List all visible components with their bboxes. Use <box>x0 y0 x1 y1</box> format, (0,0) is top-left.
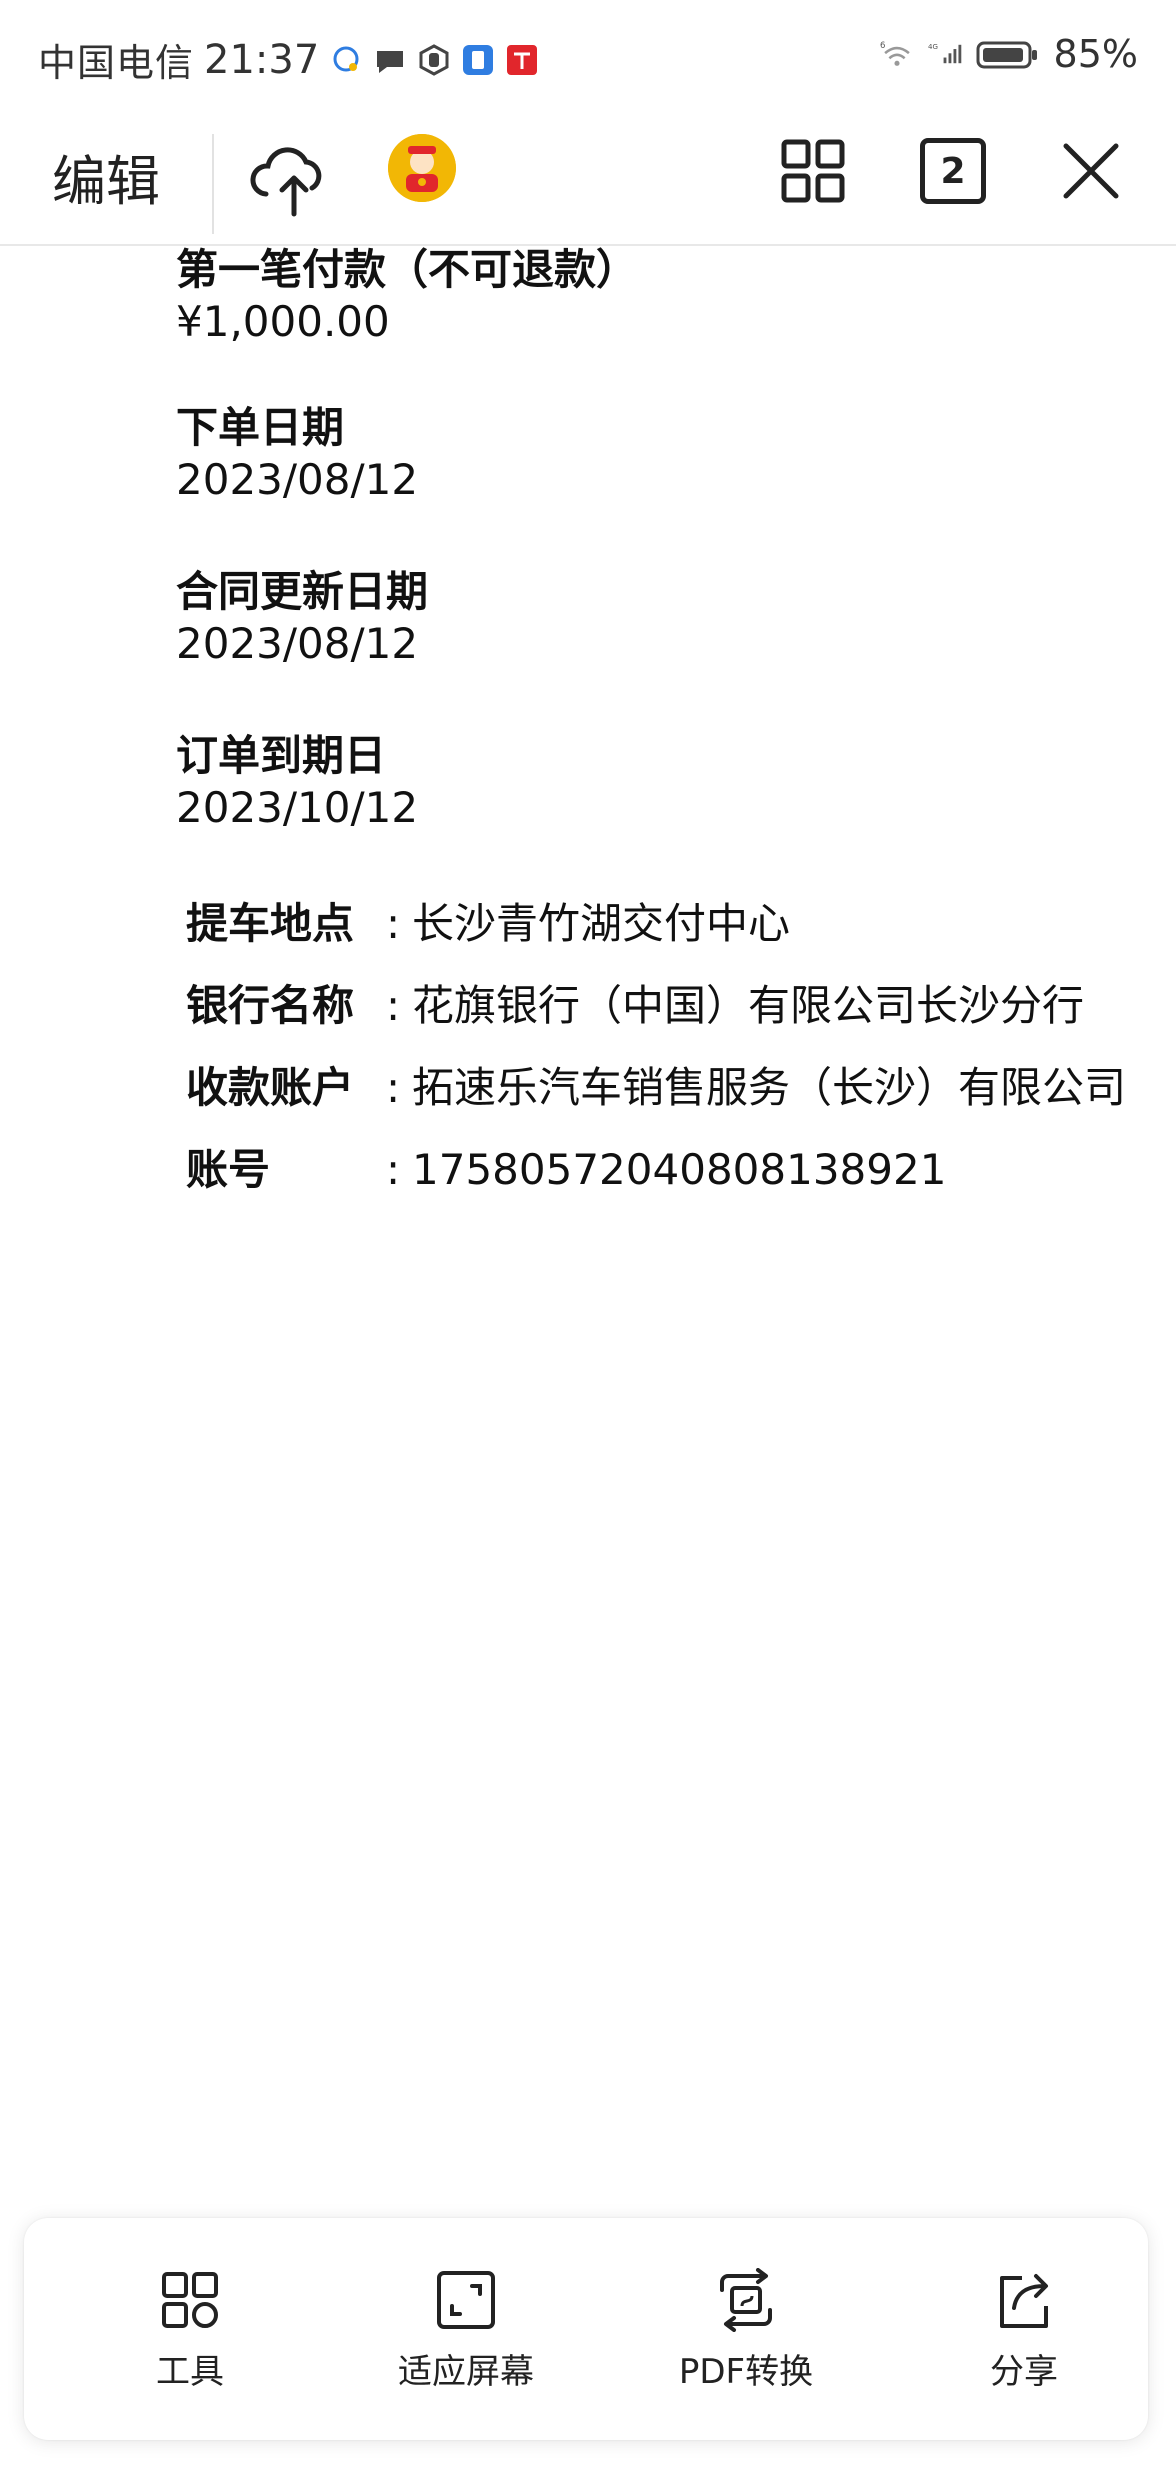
svg-text:6: 6 <box>880 41 885 51</box>
first-payment-field: 第一笔付款（不可退款） ¥1,000.00 <box>176 244 638 348</box>
payee-account-row: 收款账户 : 拓速乐汽车销售服务（长沙）有限公司 <box>186 1062 1126 1114</box>
detail-separator: : <box>386 1145 401 1194</box>
cloud-upload-icon[interactable] <box>248 132 328 222</box>
user-avatar[interactable] <box>388 134 456 202</box>
field-label: 合同更新日期 <box>176 567 429 616</box>
cell-signal-icon: 4G <box>928 37 962 71</box>
detail-separator: : <box>386 1063 401 1112</box>
top-toolbar: 编辑 2 <box>0 120 1176 246</box>
toolbar-divider <box>212 134 214 234</box>
battery-icon <box>976 37 1040 71</box>
detail-value: 长沙青竹湖交付中心 <box>412 899 791 948</box>
battery-percent: 85% <box>1053 32 1138 76</box>
tesla-app-icon <box>505 43 539 77</box>
share-button[interactable]: 分享 <box>904 2268 1144 2418</box>
status-bar: 中国电信 21:37 6 4G 85% <box>0 0 1176 120</box>
account-number-row: 账号 : 17580572040808138921 <box>186 1144 946 1196</box>
message-icon <box>373 43 407 77</box>
field-label: 订单到期日 <box>176 731 387 780</box>
tools-button[interactable]: 工具 <box>70 2268 310 2418</box>
chat-bubble-icon <box>329 43 363 77</box>
pickup-location-row: 提车地点 : 长沙青竹湖交付中心 <box>186 898 790 950</box>
status-left: 中国电信 21:37 <box>38 32 539 87</box>
field-value: ¥1,000.00 <box>176 297 390 346</box>
svg-text:4G: 4G <box>928 42 938 51</box>
detail-key: 收款账户 <box>186 1063 355 1112</box>
pdf-convert-icon <box>720 2268 772 2332</box>
detail-value: 17580572040808138921 <box>412 1145 947 1194</box>
detail-key: 提车地点 <box>186 899 355 948</box>
field-label: 下单日期 <box>176 403 345 452</box>
page-count-button[interactable]: 2 <box>920 138 986 204</box>
fit-screen-button[interactable]: 适应屏幕 <box>346 2268 586 2418</box>
detail-separator: : <box>386 981 401 1030</box>
tools-icon <box>162 2272 218 2328</box>
field-label: 第一笔付款（不可退款） <box>176 245 639 294</box>
status-right: 6 4G 85% <box>880 32 1138 76</box>
detail-separator: : <box>386 899 401 948</box>
grid-view-icon[interactable] <box>778 136 848 206</box>
order-expiry-date-field: 订单到期日 2023/10/12 <box>176 730 418 834</box>
tools-label: 工具 <box>156 2352 224 2392</box>
edit-button[interactable]: 编辑 <box>52 138 160 226</box>
field-value: 2023/08/12 <box>176 455 419 504</box>
bottom-toolbar: 工具 适应屏幕 PDF转换 分享 <box>24 2218 1148 2440</box>
bank-name-row: 银行名称 : 花旗银行（中国）有限公司长沙分行 <box>186 980 1084 1032</box>
field-value: 2023/10/12 <box>176 783 419 832</box>
detail-key: 账号 <box>186 1145 271 1194</box>
wifi-icon: 6 <box>880 37 914 71</box>
order-date-field: 下单日期 2023/08/12 <box>176 402 418 506</box>
close-icon[interactable] <box>1056 136 1126 206</box>
fit-screen-label: 适应屏幕 <box>398 2352 534 2392</box>
detail-value: 花旗银行（中国）有限公司长沙分行 <box>412 981 1085 1030</box>
pdf-convert-button[interactable]: PDF转换 <box>626 2268 866 2418</box>
detail-key: 银行名称 <box>186 981 355 1030</box>
contract-update-date-field: 合同更新日期 2023/08/12 <box>176 566 428 670</box>
carrier-name: 中国电信 <box>38 41 195 85</box>
app-blue-icon <box>461 43 495 77</box>
hand-shield-icon <box>417 43 451 77</box>
detail-value: 拓速乐汽车销售服务（长沙）有限公司 <box>412 1063 1127 1112</box>
field-value: 2023/08/12 <box>176 619 419 668</box>
pdf-convert-label: PDF转换 <box>678 2352 814 2392</box>
share-label: 分享 <box>990 2352 1058 2392</box>
share-icon <box>1000 2274 1048 2328</box>
clock: 21:37 <box>204 36 320 83</box>
fit-screen-icon <box>437 2271 495 2329</box>
